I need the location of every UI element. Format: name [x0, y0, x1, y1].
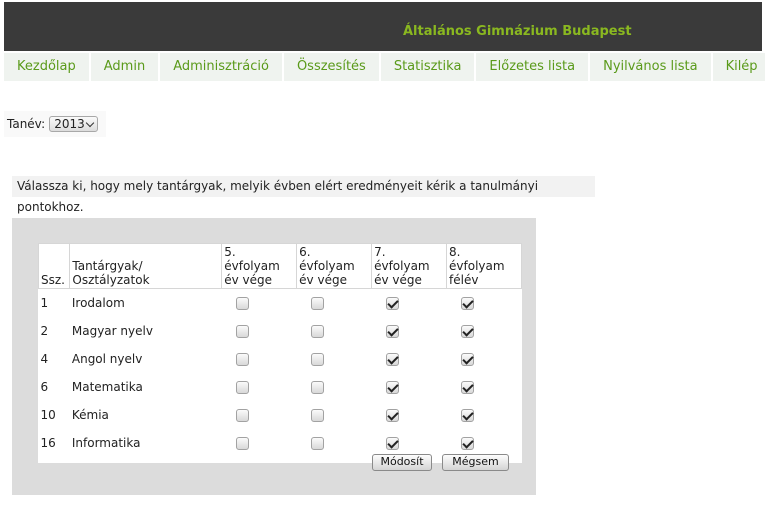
checkbox-grade6[interactable] — [310, 324, 324, 338]
col-header-grade5: 5. évfolyam év vége — [221, 243, 298, 289]
checkbox-grade5[interactable] — [235, 436, 249, 450]
main-nav: Kezdőlap Admin Adminisztráció Összesítés… — [4, 53, 765, 81]
chevron-down-icon — [85, 118, 95, 127]
nav-item-logout[interactable]: Kilép — [712, 53, 765, 81]
checkbox-grade6[interactable] — [310, 352, 324, 366]
checkbox-grade7[interactable] — [385, 352, 399, 366]
header-bar: Általános Gimnázium Budapest — [4, 2, 762, 51]
table-row: 16 Informatika — [39, 429, 522, 457]
year-select-value: 2013 — [54, 117, 85, 131]
nav-item-admin[interactable]: Admin — [90, 53, 159, 81]
subject-panel: Ssz. Tantárgyak/ Osztályzatok 5. évfolya… — [12, 218, 536, 495]
table-row: 6 Matematika — [39, 373, 522, 401]
nav-item-home[interactable]: Kezdőlap — [4, 53, 89, 81]
checkbox-grade5[interactable] — [235, 408, 249, 422]
table-header-row: Ssz. Tantárgyak/ Osztályzatok 5. évfolya… — [37, 243, 522, 289]
row-number: 10 — [40, 408, 56, 422]
checkbox-grade7[interactable] — [385, 296, 399, 310]
table-row: 1 Irodalom — [39, 289, 522, 318]
year-label: Tanév: — [7, 117, 46, 131]
checkbox-grade8[interactable] — [460, 380, 474, 394]
checkbox-grade6[interactable] — [310, 296, 324, 310]
subject-table: Ssz. Tantárgyak/ Osztályzatok 5. évfolya… — [37, 243, 522, 463]
checkbox-grade8[interactable] — [460, 296, 474, 310]
instruction-text: Válassza ki, hogy mely tantárgyak, melyi… — [12, 176, 595, 214]
col-header-ssz: Ssz. — [37, 243, 71, 289]
nav-item-statistics[interactable]: Statisztika — [380, 53, 475, 81]
checkbox-grade7[interactable] — [385, 408, 399, 422]
checkbox-grade8[interactable] — [460, 352, 474, 366]
checkbox-grade8[interactable] — [460, 436, 474, 450]
col-header-grade6: 6. évfolyam év vége — [296, 243, 373, 289]
row-number: 1 — [40, 296, 49, 310]
checkbox-grade6[interactable] — [310, 408, 324, 422]
row-subject: Magyar nyelv — [71, 324, 153, 338]
nav-item-administration[interactable]: Adminisztráció — [160, 53, 282, 81]
checkbox-grade8[interactable] — [460, 408, 474, 422]
row-subject: Kémia — [71, 408, 109, 422]
checkbox-grade6[interactable] — [310, 380, 324, 394]
table-row: 10 Kémia — [39, 401, 522, 429]
nav-item-preliminary-list[interactable]: Előzetes lista — [476, 53, 589, 81]
row-number: 2 — [40, 324, 49, 338]
checkbox-grade7[interactable] — [385, 380, 399, 394]
row-subject: Matematika — [71, 380, 143, 394]
col-header-grade8: 8. évfolyam félév — [446, 243, 522, 289]
checkbox-grade5[interactable] — [235, 296, 249, 310]
checkbox-grade5[interactable] — [235, 324, 249, 338]
row-subject: Informatika — [71, 436, 141, 450]
checkbox-grade8[interactable] — [460, 324, 474, 338]
cancel-button[interactable]: Mégsem — [442, 454, 509, 471]
row-number: 16 — [40, 436, 56, 450]
checkbox-grade7[interactable] — [385, 324, 399, 338]
modify-button[interactable]: Módosít — [372, 454, 432, 471]
checkbox-grade5[interactable] — [235, 380, 249, 394]
col-header-subject: Tantárgyak/ Osztályzatok — [69, 243, 223, 289]
year-select[interactable]: 2013 — [49, 116, 99, 132]
checkbox-grade6[interactable] — [310, 436, 324, 450]
checkbox-grade7[interactable] — [385, 436, 399, 450]
checkbox-grade5[interactable] — [235, 352, 249, 366]
nav-item-summary[interactable]: Összesítés — [283, 53, 379, 81]
row-number: 4 — [40, 352, 49, 366]
table-row: 2 Magyar nyelv — [39, 317, 522, 345]
row-number: 6 — [40, 380, 49, 394]
table-row: 4 Angol nyelv — [39, 345, 522, 373]
col-header-grade7: 7. évfolyam év vége — [371, 243, 448, 289]
year-selector: Tanév: 2013 — [4, 111, 106, 137]
nav-item-public-list[interactable]: Nyilvános lista — [590, 53, 711, 81]
row-subject: Angol nyelv — [71, 352, 143, 366]
row-subject: Irodalom — [71, 296, 125, 310]
school-title: Általános Gimnázium Budapest — [403, 24, 632, 39]
